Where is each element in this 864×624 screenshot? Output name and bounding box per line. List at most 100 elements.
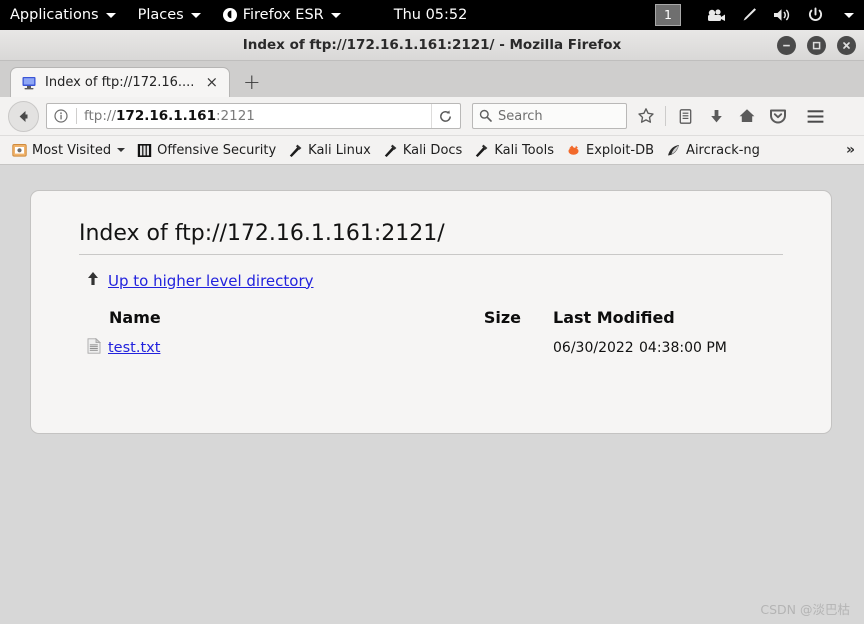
system-clock: Thu 05:52 <box>393 7 468 23</box>
file-name-wrapper: test.txt <box>79 337 411 358</box>
firefox-window: Index of ftp://172.16.1.161:2121/ - Mozi… <box>0 30 864 624</box>
bookmark-offensive-security-label: Offensive Security <box>157 142 277 158</box>
video-camera-icon[interactable] <box>706 5 726 25</box>
column-header-size[interactable]: Size <box>411 308 521 335</box>
cell-last-modified: 06/30/2022 04:38:00 PM <box>521 335 783 361</box>
navigation-toolbar: ftp://172.16.1.161:2121 Search <box>0 97 864 136</box>
table-row[interactable]: test.txt 06/30/2022 04:38:00 PM <box>79 335 783 361</box>
column-header-name[interactable]: Name <box>79 308 411 335</box>
chevron-down-icon[interactable] <box>838 5 858 25</box>
directory-table-head: Name Size Last Modified <box>79 308 783 335</box>
up-directory-row[interactable]: Up to higher level directory <box>79 271 783 290</box>
toolbar-divider <box>665 106 666 126</box>
search-icon <box>479 107 492 126</box>
minimize-button[interactable] <box>777 35 796 55</box>
offensive-security-icon <box>137 143 152 158</box>
workspace-indicator[interactable]: 1 <box>655 4 681 26</box>
system-menu-firefox-esr-label: Firefox ESR <box>242 7 324 23</box>
chevron-down-icon <box>190 12 201 18</box>
bookmark-most-visited-label: Most Visited <box>32 142 112 158</box>
bookmark-exploit-db[interactable]: Exploit-DB <box>561 141 659 160</box>
bookmark-most-visited[interactable]: Most Visited <box>7 141 130 160</box>
tab-strip: Index of ftp://172.16.... × + <box>0 61 864 97</box>
back-button[interactable] <box>8 100 39 132</box>
browser-tab[interactable]: Index of ftp://172.16.... × <box>10 67 231 97</box>
window-controls <box>777 30 856 60</box>
bookmark-offensive-security[interactable]: Offensive Security <box>132 141 281 160</box>
table-header-row: Name Size Last Modified <box>79 308 783 335</box>
exploitdb-icon <box>566 143 581 158</box>
maximize-button[interactable] <box>807 35 826 55</box>
new-tab-button[interactable]: + <box>243 72 261 93</box>
up-arrow-icon <box>87 271 99 290</box>
library-icon[interactable] <box>673 103 697 129</box>
kali-icon <box>383 143 398 158</box>
volume-icon[interactable] <box>772 5 792 25</box>
bookmark-exploit-db-label: Exploit-DB <box>585 142 655 158</box>
directory-table: Name Size Last Modified test.txt 06/30/2… <box>79 308 783 361</box>
reload-button[interactable] <box>431 104 458 128</box>
system-menu-applications-label: Applications <box>10 7 99 23</box>
downloads-icon[interactable] <box>704 103 728 129</box>
aircrack-icon <box>666 143 681 158</box>
directory-listing-card: Index of ftp://172.16.1.161:2121/ Up to … <box>30 190 832 434</box>
up-to-higher-level-directory-link[interactable]: Up to higher level directory <box>108 272 314 290</box>
chevron-down-icon <box>117 148 126 152</box>
chevron-down-icon <box>105 12 116 18</box>
url-port: :2121 <box>215 108 255 124</box>
file-date: 06/30/2022 <box>553 340 634 356</box>
search-input[interactable]: Search <box>498 109 543 124</box>
url-scheme: ftp:// <box>84 108 117 124</box>
system-menu-firefox-esr[interactable]: ◖ Firefox ESR <box>212 0 352 30</box>
info-icon[interactable] <box>53 108 69 124</box>
file-link[interactable]: test.txt <box>108 340 160 356</box>
home-icon[interactable] <box>735 103 759 129</box>
desktop-system-bar: Applications Places ◖ Firefox ESR Thu 05… <box>0 0 864 30</box>
most-visited-icon <box>12 143 27 158</box>
cell-name: test.txt <box>79 335 411 361</box>
system-menu-applications[interactable]: Applications <box>0 0 127 30</box>
bookmark-kali-docs[interactable]: Kali Docs <box>378 141 468 160</box>
close-icon[interactable]: × <box>202 75 221 90</box>
system-menu-places[interactable]: Places <box>127 0 212 30</box>
bookmark-kali-linux[interactable]: Kali Linux <box>283 141 376 160</box>
tab-title: Index of ftp://172.16.... <box>45 75 195 90</box>
page-title: Index of ftp://172.16.1.161:2121/ <box>79 221 783 255</box>
bookmark-aircrack-ng[interactable]: Aircrack-ng <box>661 141 765 160</box>
pocket-icon[interactable] <box>766 103 790 129</box>
pen-icon[interactable] <box>739 5 759 25</box>
computer-icon <box>21 75 37 91</box>
watermark: CSDN @淡巴枯 <box>760 602 850 617</box>
back-arrow-icon <box>19 110 28 122</box>
kali-icon <box>288 143 303 158</box>
url-separator <box>76 108 77 124</box>
bookmark-star-icon[interactable] <box>634 103 658 129</box>
chevron-down-icon <box>330 12 341 18</box>
bookmarks-toolbar: Most Visited Offensive Security Kali Lin… <box>0 136 864 165</box>
system-tray: 1 <box>655 0 858 30</box>
bookmark-kali-tools-label: Kali Tools <box>494 142 554 158</box>
directory-table-body: test.txt 06/30/2022 04:38:00 PM <box>79 335 783 361</box>
window-title: Index of ftp://172.16.1.161:2121/ - Mozi… <box>242 37 622 53</box>
bookmark-kali-docs-label: Kali Docs <box>402 142 463 158</box>
bookmark-kali-tools[interactable]: Kali Tools <box>469 141 559 160</box>
file-icon <box>87 337 102 358</box>
kali-icon <box>474 143 489 158</box>
column-header-last-modified[interactable]: Last Modified <box>521 308 783 335</box>
window-titlebar: Index of ftp://172.16.1.161:2121/ - Mozi… <box>0 30 864 61</box>
search-bar[interactable]: Search <box>472 103 627 129</box>
power-icon[interactable] <box>805 5 825 25</box>
chevron-down-glyph <box>843 12 854 18</box>
cell-size <box>411 335 521 361</box>
url-bar[interactable]: ftp://172.16.1.161:2121 <box>46 103 461 129</box>
file-time: 04:38:00 PM <box>639 340 727 356</box>
page-content: Index of ftp://172.16.1.161:2121/ Up to … <box>0 165 864 624</box>
firefox-icon: ◖ <box>222 8 237 22</box>
bookmarks-overflow-button[interactable]: » <box>846 142 855 158</box>
bookmark-kali-linux-label: Kali Linux <box>308 142 371 158</box>
bookmark-aircrack-ng-label: Aircrack-ng <box>686 142 760 158</box>
menu-hamburger-icon[interactable] <box>803 103 827 129</box>
url-text: ftp://172.16.1.161:2121 <box>84 108 431 124</box>
close-button[interactable] <box>837 35 856 55</box>
system-menu-places-label: Places <box>137 7 184 23</box>
